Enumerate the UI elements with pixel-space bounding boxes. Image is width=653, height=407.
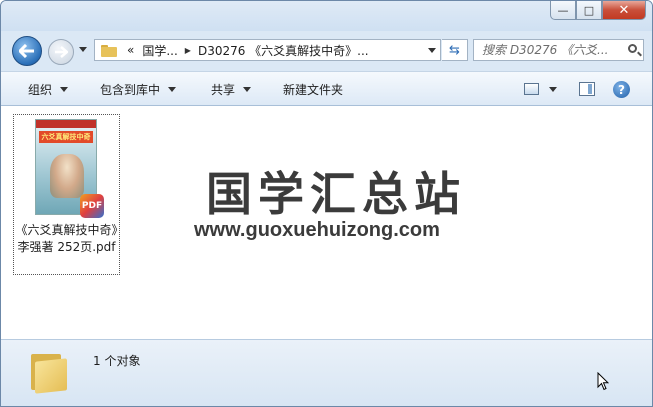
organize-button[interactable]: 组织 [28, 81, 69, 98]
refresh-icon: ⇆ [449, 42, 460, 58]
breadcrumb: « 国学... ▶ D30276 《六爻真解技中奇》... [117, 42, 369, 59]
include-in-library-button[interactable]: 包含到库中 [100, 81, 177, 98]
thumbnail-header [36, 120, 96, 128]
share-label: 共享 [211, 83, 236, 97]
chevron-down-icon [168, 87, 177, 92]
maximize-button[interactable]: □ [576, 1, 602, 20]
minimize-button[interactable]: — [550, 1, 576, 20]
file-item[interactable]: 六爻真解技中奇 PDF 《六爻真解技中奇》李强著 252页.pdf [13, 114, 120, 275]
chevron-down-icon [60, 87, 69, 92]
address-dropdown-icon[interactable] [428, 48, 436, 53]
back-arrow-icon [19, 44, 34, 58]
command-bar: 组织 包含到库中 共享 新建文件夹 ? [1, 71, 652, 106]
breadcrumb-item-current[interactable]: D30276 《六爻真解技中奇》... [198, 42, 369, 59]
file-name: 《六爻真解技中奇》李强著 252页.pdf [15, 223, 118, 254]
preview-pane-icon[interactable] [579, 82, 595, 96]
chevron-down-icon [243, 87, 252, 92]
history-dropdown-icon[interactable] [79, 47, 87, 52]
search-input[interactable] [474, 42, 624, 58]
explorer-window: — □ ✕ « 国学... ▶ D30276 《六爻真解技中奇》... ⇆ 搜索… [0, 0, 653, 407]
new-folder-label: 新建文件夹 [283, 83, 344, 97]
view-dropdown-icon[interactable] [549, 87, 557, 92]
share-button[interactable]: 共享 [211, 81, 252, 98]
pdf-icon: PDF [80, 194, 104, 218]
watermark-url: www.guoxuehuizong.com [194, 219, 440, 241]
search-icon[interactable] [628, 44, 637, 53]
forward-button[interactable] [48, 39, 74, 65]
item-count: 1 个对象 [93, 354, 141, 368]
back-button[interactable] [12, 36, 42, 66]
close-button[interactable]: ✕ [602, 1, 646, 20]
refresh-button[interactable]: ⇆ [442, 39, 468, 61]
details-pane: 1 个对象 [1, 339, 652, 406]
forward-arrow-icon [55, 46, 68, 58]
breadcrumb-overflow[interactable]: « [127, 43, 134, 57]
new-folder-button[interactable]: 新建文件夹 [283, 81, 343, 98]
view-options-icon[interactable] [524, 83, 539, 95]
breadcrumb-item-guoxue[interactable]: 国学... [142, 42, 177, 59]
caption-buttons: — □ ✕ [550, 1, 646, 20]
navigation-bar: « 国学... ▶ D30276 《六爻真解技中奇》... ⇆ [1, 31, 652, 71]
organize-label: 组织 [28, 83, 53, 97]
breadcrumb-separator-icon[interactable]: ▶ [185, 46, 191, 55]
mouse-cursor-icon [597, 372, 609, 391]
title-bar: — □ ✕ [1, 1, 652, 31]
address-bar[interactable]: « 国学... ▶ D30276 《六爻真解技中奇》... [94, 39, 441, 61]
file-list-area[interactable]: 六爻真解技中奇 PDF 《六爻真解技中奇》李强著 252页.pdf 国学汇总站 … [1, 106, 652, 339]
folder-icon [29, 350, 71, 394]
include-in-library-label: 包含到库中 [100, 83, 161, 97]
watermark-title: 国学汇总站 [206, 167, 466, 221]
search-box[interactable] [473, 39, 644, 61]
help-icon[interactable]: ? [613, 81, 630, 98]
folder-icon [101, 44, 117, 57]
thumbnail-figure [50, 154, 84, 198]
thumbnail-title: 六爻真解技中奇 [39, 131, 93, 143]
